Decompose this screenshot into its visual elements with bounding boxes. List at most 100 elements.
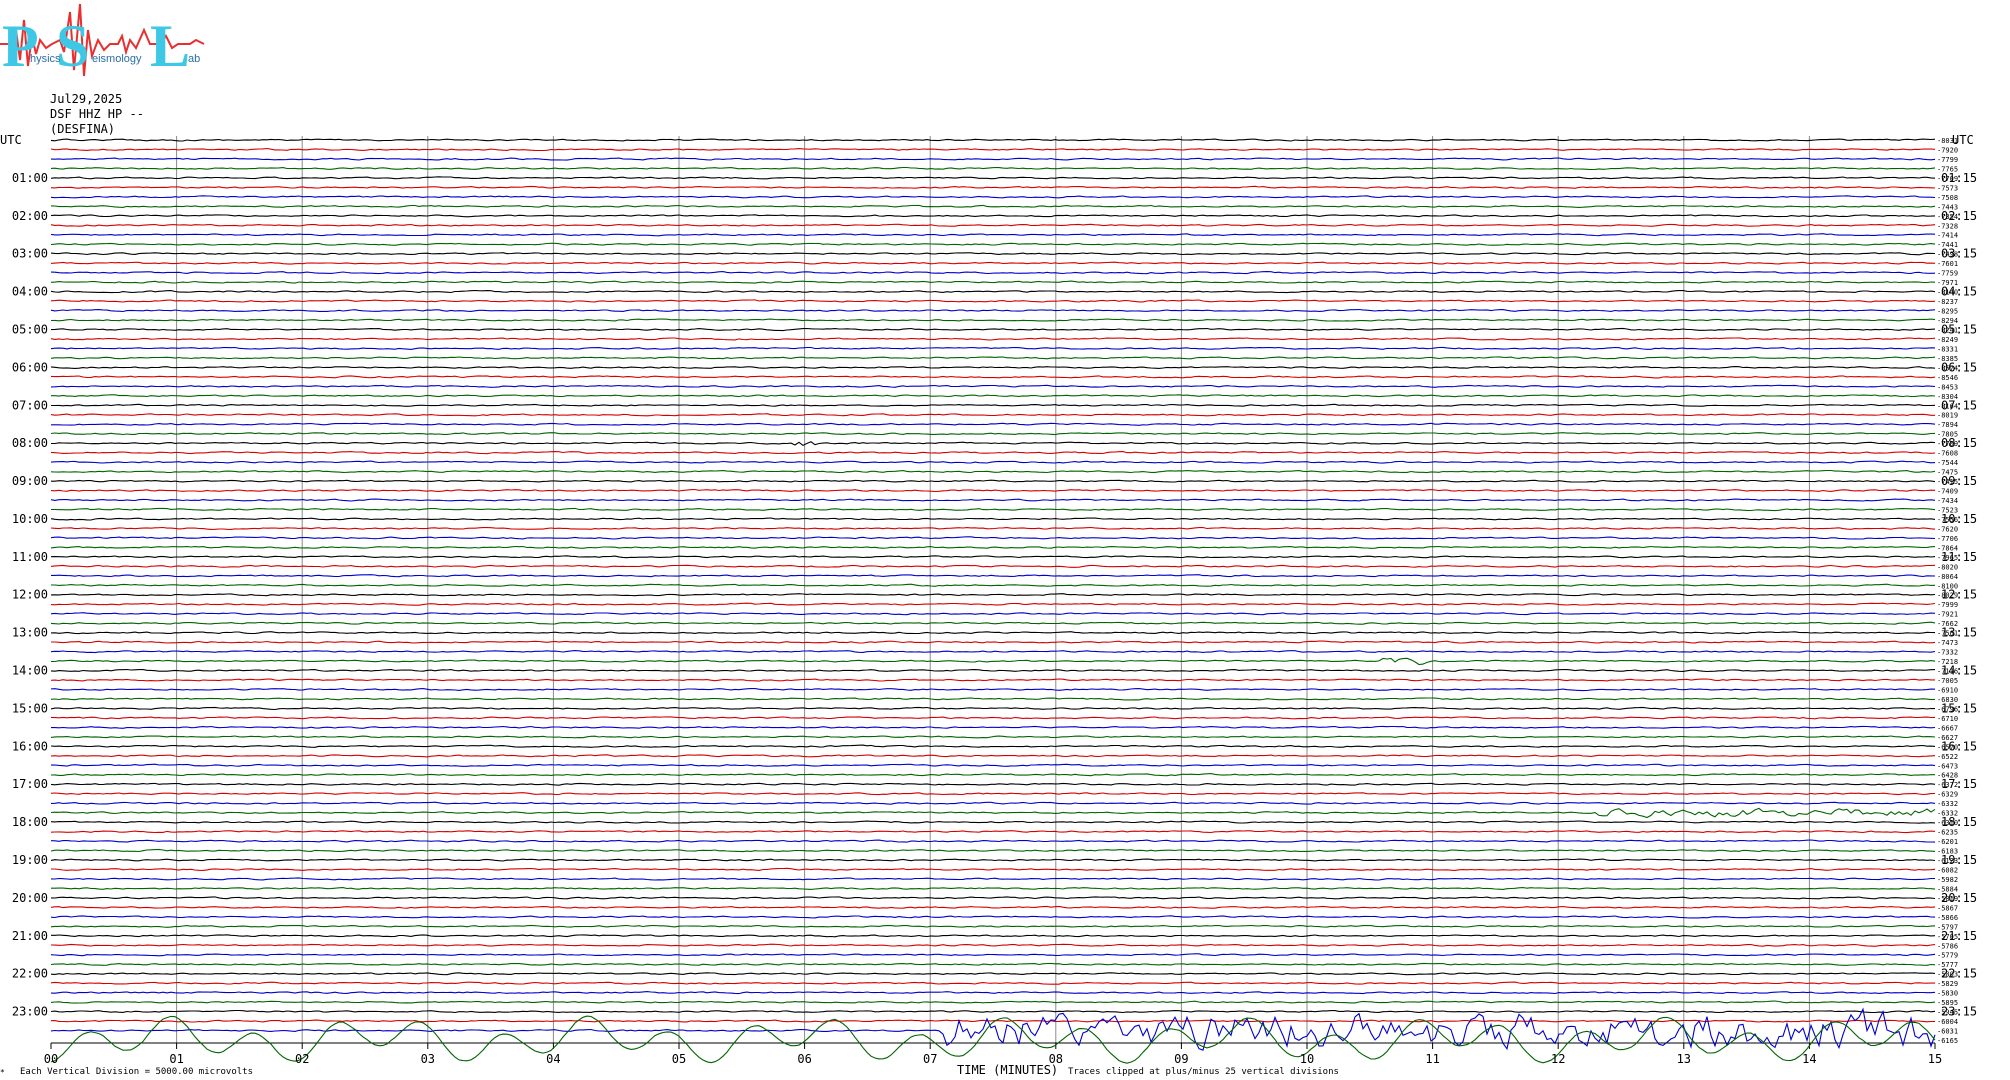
row-offset-label: -6165 [1937,1037,1958,1045]
trace-row [50,176,1936,180]
row-offset-label: -6031 [1937,1028,1958,1036]
row-offset-label: -5779 [1937,952,1958,960]
trace-row [50,261,1936,265]
trace-row [50,991,1936,995]
row-offset-label: -7920 [1937,146,1958,154]
row-offset-label: -5786 [1937,942,1958,950]
row-offset-label: -8237 [1937,298,1958,306]
row-offset-label: -8020 [1937,563,1958,571]
hour-label-left: 01:00 [12,171,48,185]
trace-row [50,877,1935,881]
row-offset-label: -7894 [1937,421,1958,429]
trace-row [51,441,1936,447]
trace-row [50,356,1936,360]
trace-row [50,763,1936,767]
row-offset-label: -8453 [1937,383,1958,391]
trace-row [50,289,1936,294]
trace-row [50,526,1936,530]
trace-row [50,706,1936,711]
hour-label-left: 05:00 [12,322,48,336]
trace-row [50,536,1936,540]
hour-label-right: 18:15 [1941,815,1977,829]
x-tick-label: 06 [797,1052,811,1066]
x-tick-label: 09 [1174,1052,1188,1066]
trace-row [50,233,1936,237]
trace-row [50,432,1936,436]
hour-label-left: 21:00 [12,929,48,943]
trace-row [50,905,1936,909]
trace-row [50,839,1936,843]
trace-row [50,375,1936,379]
row-offset-label: -8546 [1937,374,1958,382]
hour-label-right: 12:15 [1941,588,1977,602]
trace-row [50,138,1936,142]
row-offset-label: -7434 [1937,497,1958,505]
trace-row [50,252,1936,256]
hour-label-left: 23:00 [12,1005,48,1019]
row-offset-label: -7473 [1937,639,1958,647]
trace-row [51,934,1936,938]
trace-row [51,507,1936,512]
hour-label-left: 02:00 [12,209,48,223]
x-tick-label: 04 [546,1052,560,1066]
x-axis-title: TIME (MINUTES) [957,1063,1058,1077]
trace-row [50,280,1936,284]
x-tick-label: 11 [1425,1052,1439,1066]
trace-row [50,943,1936,947]
row-offset-label: -8064 [1937,573,1958,581]
row-offset-label: -7759 [1937,270,1958,278]
hour-label-right: 05:15 [1941,322,1977,336]
trace-row [50,687,1936,692]
trace-row [51,574,1936,578]
row-offset-label: -8249 [1937,336,1958,344]
trace-row [50,413,1935,417]
hour-label-right: 10:15 [1941,512,1977,526]
trace-row [50,185,1936,189]
trace-row [50,384,1936,388]
trace-row [50,365,1936,369]
trace-row [50,621,1936,625]
row-offset-label: -7921 [1937,611,1958,619]
trace-row [50,299,1936,303]
left-axis-title: UTC [0,133,22,147]
trace-row [50,754,1936,758]
row-offset-label: -7332 [1937,649,1958,657]
trace-row [50,602,1936,606]
trace-row [50,744,1936,748]
trace-row [50,337,1936,341]
trace-row [50,915,1936,919]
row-offset-label: -6082 [1937,866,1958,874]
trace-row [50,223,1936,227]
row-offset-label: -5982 [1937,876,1958,884]
row-offset-label: -7414 [1937,232,1958,240]
hour-label-left: 22:00 [12,967,48,981]
row-offset-label: -6473 [1937,762,1958,770]
trace-row [50,830,1936,834]
row-offset-label: -7508 [1937,194,1958,202]
trace-row [50,773,1935,777]
trace-row [50,593,1936,597]
hour-label-right: 09:15 [1941,474,1977,488]
trace-row [50,735,1936,739]
hour-label-left: 04:00 [12,285,48,299]
clip-note: Traces clipped at plus/minus 25 vertical… [1068,1067,1339,1077]
trace-row [50,612,1936,616]
trace-row [50,271,1936,275]
row-offset-label: -6329 [1937,791,1958,799]
trace-row [50,1015,1936,1064]
x-tick-label: 15 [1928,1052,1942,1066]
x-tick-label: 13 [1677,1052,1691,1066]
row-offset-label: -6710 [1937,715,1958,723]
trace-row [50,564,1936,568]
trace-row [51,403,1936,407]
row-offset-label: -5866 [1937,914,1958,922]
x-tick-label: 05 [672,1052,686,1066]
hour-label-right: 02:15 [1941,209,1977,223]
trace-row [51,394,1936,398]
helicorder-plot: -8031-7920-7799-7765-7709-7573-7508-7443… [0,133,1977,1077]
row-offset-label: -5830 [1937,990,1958,998]
hour-label-right: 08:15 [1941,436,1977,450]
trace-row [50,555,1936,559]
hour-label-left: 11:00 [12,550,48,564]
hour-label-left: 08:00 [12,436,48,450]
